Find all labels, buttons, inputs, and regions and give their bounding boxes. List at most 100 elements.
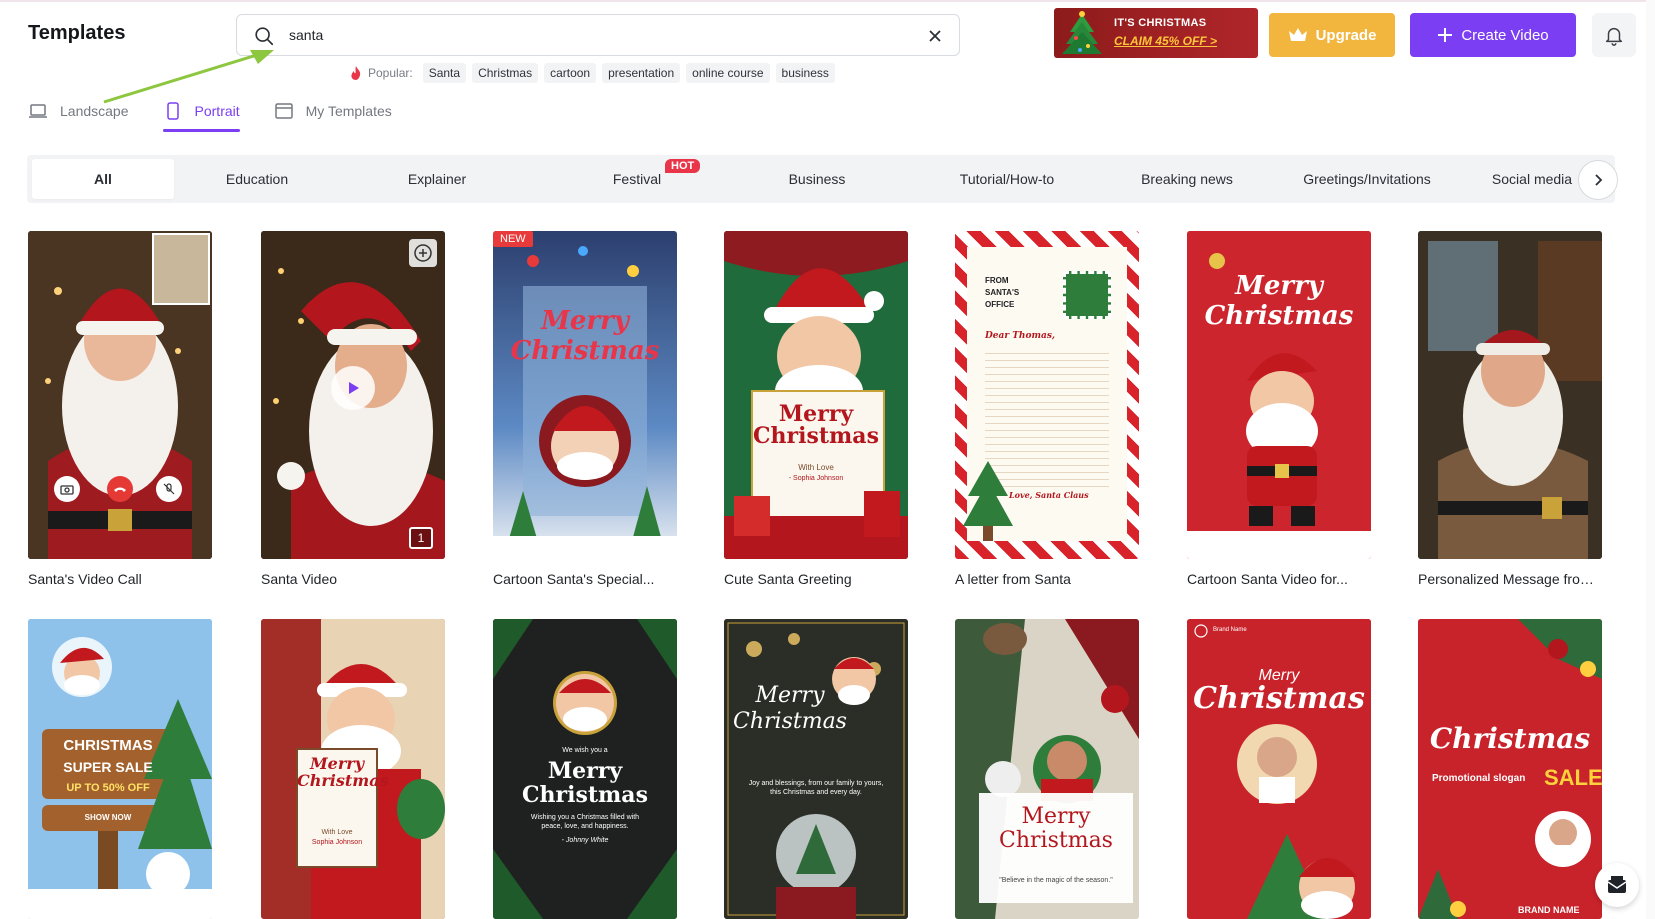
- promo-line-1: IT'S CHRISTMAS: [1114, 17, 1207, 29]
- template-name: Cute Santa Greeting: [724, 571, 852, 587]
- new-badge: NEW: [493, 231, 533, 247]
- template-thumbnail: 1: [261, 231, 445, 559]
- template-message: Joy and blessings, from our family to yo…: [748, 780, 884, 796]
- promo-slogan: Promotional slogan: [1432, 773, 1526, 784]
- template-signature: - Johnny White: [561, 837, 609, 844]
- template-thumbnail: [1418, 231, 1602, 559]
- template-signature: - Sophia Johnson: [788, 475, 844, 482]
- template-thumbnail: Merry Christmas With Love Sophia Johnson: [261, 619, 445, 919]
- template-thumbnail: Merry Christmas NEW: [493, 231, 677, 559]
- hang-up-button[interactable]: [107, 476, 133, 502]
- mic-off-icon: [163, 483, 175, 495]
- category-next-button[interactable]: [1578, 160, 1618, 200]
- popular-tag[interactable]: cartoon: [544, 63, 597, 83]
- santa-illustration: [724, 619, 908, 919]
- template-card[interactable]: Personalized Message from...: [1418, 231, 1602, 587]
- letter-signature: Love, Santa Claus: [1009, 490, 1089, 500]
- popular-tag[interactable]: business: [775, 63, 835, 83]
- play-button[interactable]: [331, 366, 375, 410]
- camera-button[interactable]: [54, 476, 80, 502]
- category-business[interactable]: Business: [767, 159, 867, 199]
- brand-name: Brand Name: [1213, 627, 1247, 633]
- christmas-tree-icon: [963, 461, 1013, 541]
- notifications-button[interactable]: [1592, 13, 1636, 57]
- plus-icon: [1438, 28, 1453, 42]
- category-breaking-news[interactable]: Breaking news: [1122, 159, 1252, 199]
- clear-icon[interactable]: [925, 26, 945, 46]
- category-education[interactable]: Education: [192, 159, 322, 199]
- template-title: Merry Christmas: [297, 754, 389, 790]
- bell-icon: [1605, 27, 1623, 46]
- phone-hang-up-icon: [114, 487, 126, 492]
- sale-sign-title: CHRISTMAS: [63, 737, 153, 754]
- annotation-arrow: [103, 50, 274, 104]
- template-title: Christmas: [1429, 722, 1591, 755]
- create-video-label: Create Video: [1461, 26, 1549, 44]
- template-thumbnail: We wish you a Merry Christmas Wishing yo…: [493, 619, 677, 919]
- template-card[interactable]: We wish you a Merry Christmas Wishing yo…: [493, 619, 677, 919]
- template-card[interactable]: FROM SANTA'S OFFICE Dear Thomas, Love, S…: [955, 231, 1139, 587]
- category-tutorial[interactable]: Tutorial/How-to: [937, 159, 1077, 199]
- create-video-button[interactable]: Create Video: [1410, 13, 1576, 57]
- template-thumbnail: CHRISTMAS SUPER SALE UP TO 50% OFF SHOW …: [28, 619, 212, 919]
- plus-circle-icon: [414, 244, 432, 262]
- santa-illustration: [724, 231, 908, 559]
- template-signature: Sophia Johnson: [311, 839, 363, 846]
- sale-sign-cta: SHOW NOW: [84, 813, 132, 822]
- tab-my-templates[interactable]: My Templates: [274, 96, 392, 126]
- add-to-favorites-button[interactable]: [409, 239, 437, 267]
- search-bar[interactable]: [236, 14, 960, 56]
- popular-tag[interactable]: online course: [686, 63, 770, 83]
- page-scrollbar[interactable]: [1646, 0, 1655, 919]
- template-card[interactable]: Merry Christmas With Love - Sophia Johns…: [724, 231, 908, 587]
- category-greetings[interactable]: Greetings/Invitations: [1277, 159, 1457, 199]
- template-card[interactable]: Merry Christmas Joy and blessings, from …: [724, 619, 908, 919]
- popular-tag[interactable]: Christmas: [472, 63, 539, 83]
- template-message: Wishing you a Christmas filled with peac…: [530, 814, 640, 830]
- brand-name: BRAND NAME: [1518, 905, 1580, 915]
- template-name: Cartoon Santa's Special...: [493, 571, 655, 587]
- template-title: Merry Christmas: [510, 306, 660, 366]
- category-social-media[interactable]: Social media: [1477, 159, 1587, 199]
- santa-illustration: [955, 619, 1139, 919]
- chevron-right-icon: [1595, 174, 1603, 186]
- template-pretitle: We wish you a: [562, 747, 608, 754]
- messages-button[interactable]: [1595, 863, 1639, 907]
- template-card[interactable]: Merry Christmas Cartoon Santa Video for.…: [1187, 231, 1371, 587]
- template-thumbnail: Merry Christmas Joy and blessings, from …: [724, 619, 908, 919]
- search-icon: [255, 27, 274, 46]
- template-thumbnail: Christmas Promotional slogan SALE BRAND …: [1418, 619, 1602, 919]
- inbox-icon: [1607, 876, 1627, 893]
- sale-sign-subtitle: SUPER SALE: [63, 759, 153, 775]
- category-all[interactable]: All: [32, 159, 174, 199]
- category-explainer[interactable]: Explainer: [367, 159, 507, 199]
- template-card[interactable]: Merry Christmas NEW Cartoon Santa's Spec…: [493, 231, 677, 587]
- popular-tags: Popular: Santa Christmas cartoon present…: [350, 62, 835, 84]
- stamp-image: [1063, 271, 1111, 319]
- santa-illustration: [1418, 231, 1602, 559]
- promo-line-2: CLAIM 45% OFF >: [1114, 34, 1218, 48]
- christmas-promo-banner[interactable]: IT'S CHRISTMAS CLAIM 45% OFF >: [1054, 8, 1258, 58]
- sale-sign-discount: UP TO 50% OFF: [66, 782, 150, 794]
- search-input[interactable]: [289, 21, 889, 49]
- template-card[interactable]: Merry Christmas With Love Sophia Johnson: [261, 619, 445, 919]
- template-name: Personalized Message from...: [1418, 571, 1602, 587]
- template-card[interactable]: Merry Christmas "Believe in the magic of…: [955, 619, 1139, 919]
- upgrade-button[interactable]: Upgrade: [1269, 13, 1395, 57]
- template-thumbnail: Merry Christmas With Love - Sophia Johns…: [724, 231, 908, 559]
- template-card[interactable]: CHRISTMAS SUPER SALE UP TO 50% OFF SHOW …: [28, 619, 212, 919]
- template-thumbnail: [28, 231, 212, 559]
- template-title: Merry Christmas: [1204, 271, 1354, 331]
- page-title: Templates: [28, 22, 126, 44]
- template-card[interactable]: Brand Name Merry Christmas: [1187, 619, 1371, 919]
- popular-tag[interactable]: presentation: [602, 63, 681, 83]
- popular-tag[interactable]: Santa: [422, 63, 467, 83]
- template-title: Merry Christmas: [999, 804, 1113, 853]
- template-name: Santa Video: [261, 571, 338, 587]
- camera-icon: [60, 485, 74, 495]
- template-card[interactable]: Christmas Promotional slogan SALE BRAND …: [1418, 619, 1602, 919]
- template-card[interactable]: 1 Santa Video: [261, 231, 445, 587]
- template-card[interactable]: Santa's Video Call: [28, 231, 212, 587]
- mute-button[interactable]: [156, 476, 182, 502]
- letter-greeting: Dear Thomas,: [985, 331, 1056, 341]
